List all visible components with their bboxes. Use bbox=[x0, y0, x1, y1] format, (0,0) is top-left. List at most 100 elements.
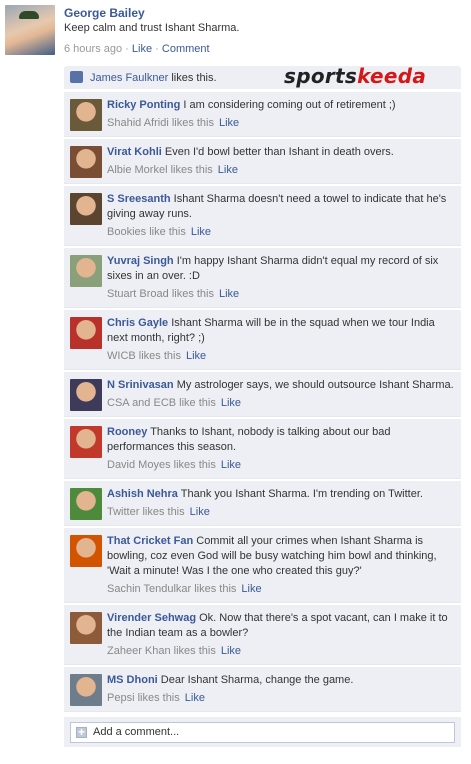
comment-body: Yuvraj Singh I'm happy Ishant Sharma did… bbox=[107, 254, 455, 284]
likes-suffix: likes this. bbox=[168, 72, 217, 84]
comment-likes: Stuart Broad likes this bbox=[107, 288, 214, 300]
comments-list: Ricky Ponting I am considering coming ou… bbox=[64, 91, 461, 713]
comment-item: MS Dhoni Dear Ishant Sharma, change the … bbox=[64, 666, 461, 712]
comment-likes: Zaheer Khan likes this bbox=[107, 645, 216, 657]
likes-text: James Faulkner likes this. bbox=[90, 72, 217, 84]
comment-like-link[interactable]: Like bbox=[218, 164, 238, 176]
meta-separator: · bbox=[155, 43, 159, 55]
comment-body: That Cricket Fan Commit all your crimes … bbox=[107, 534, 455, 579]
comment-meta: Zaheer Khan likes this Like bbox=[107, 644, 455, 658]
comment-like-link[interactable]: Like bbox=[221, 645, 241, 657]
comment-meta: Bookies like this Like bbox=[107, 225, 455, 239]
comment-meta: Stuart Broad likes this Like bbox=[107, 287, 455, 301]
comment-likes: Shahid Afridi likes this bbox=[107, 117, 214, 129]
like-link[interactable]: Like bbox=[132, 43, 152, 55]
comment-likes: Sachin Tendulkar likes this bbox=[107, 583, 237, 595]
comment-like-link[interactable]: Like bbox=[219, 288, 239, 300]
comment-text: My astrologer says, we should outsource … bbox=[176, 379, 454, 391]
comment-meta: Twitter likes this Like bbox=[107, 505, 455, 519]
commenter-name[interactable]: Rooney bbox=[107, 426, 147, 438]
post-meta: 6 hours ago · Like · Comment bbox=[64, 43, 210, 55]
comment-meta: Pepsi likes this Like bbox=[107, 691, 455, 705]
commenter-avatar[interactable] bbox=[70, 193, 102, 225]
liker-name[interactable]: James Faulkner bbox=[90, 72, 168, 84]
commenter-avatar[interactable] bbox=[70, 146, 102, 178]
comment-body: Virender Sehwag Ok. Now that there's a s… bbox=[107, 611, 455, 641]
commenter-avatar[interactable] bbox=[70, 674, 102, 706]
comment-item: Ashish Nehra Thank you Ishant Sharma. I'… bbox=[64, 480, 461, 526]
comment-link[interactable]: Comment bbox=[162, 43, 210, 55]
post-timestamp: 6 hours ago bbox=[64, 43, 123, 55]
add-comment-row: Add a comment... bbox=[64, 717, 461, 747]
commenter-name[interactable]: Virender Sehwag bbox=[107, 612, 196, 624]
comment-item: S Sreesanth Ishant Sharma doesn't need a… bbox=[64, 185, 461, 246]
comment-like-link[interactable]: Like bbox=[221, 397, 241, 409]
comment-meta: CSA and ECB like this Like bbox=[107, 396, 455, 410]
comment-like-link[interactable]: Like bbox=[191, 226, 211, 238]
comment-item: Rooney Thanks to Ishant, nobody is talki… bbox=[64, 418, 461, 479]
comment-body: Virat Kohli Even I'd bowl better than Is… bbox=[107, 145, 455, 160]
comment-item: Ricky Ponting I am considering coming ou… bbox=[64, 91, 461, 137]
commenter-name[interactable]: Ricky Ponting bbox=[107, 99, 180, 111]
comment-meta: Albie Morkel likes this Like bbox=[107, 163, 455, 177]
comment-body: Ricky Ponting I am considering coming ou… bbox=[107, 98, 455, 113]
comment-like-link[interactable]: Like bbox=[219, 117, 239, 129]
comment-item: That Cricket Fan Commit all your crimes … bbox=[64, 527, 461, 603]
commenter-avatar[interactable] bbox=[70, 99, 102, 131]
commenter-name[interactable]: MS Dhoni bbox=[107, 674, 158, 686]
thumbs-up-icon bbox=[70, 71, 83, 83]
commenter-name[interactable]: S Sreesanth bbox=[107, 193, 171, 205]
post-text: Keep calm and trust Ishant Sharma. bbox=[64, 22, 240, 34]
commenter-avatar[interactable] bbox=[70, 488, 102, 520]
author-avatar[interactable] bbox=[5, 5, 55, 55]
comment-text: Thanks to Ishant, nobody is talking abou… bbox=[107, 426, 391, 453]
comment-text: Dear Ishant Sharma, change the game. bbox=[160, 674, 354, 686]
comment-meta: Sachin Tendulkar likes this Like bbox=[107, 582, 455, 596]
commenter-avatar[interactable] bbox=[70, 255, 102, 287]
commenter-name[interactable]: Virat Kohli bbox=[107, 146, 162, 158]
comment-likes: CSA and ECB like this bbox=[107, 397, 216, 409]
comment-likes: Twitter likes this bbox=[107, 506, 185, 518]
comment-likes: David Moyes likes this bbox=[107, 459, 216, 471]
comment-body: S Sreesanth Ishant Sharma doesn't need a… bbox=[107, 192, 455, 222]
commenter-name[interactable]: Chris Gayle bbox=[107, 317, 168, 329]
commenter-avatar[interactable] bbox=[70, 612, 102, 644]
comment-like-link[interactable]: Like bbox=[185, 692, 205, 704]
comment-body: N Srinivasan My astrologer says, we shou… bbox=[107, 378, 455, 393]
comment-body: Ashish Nehra Thank you Ishant Sharma. I'… bbox=[107, 487, 455, 502]
comment-like-link[interactable]: Like bbox=[190, 506, 210, 518]
comment-item: Yuvraj Singh I'm happy Ishant Sharma did… bbox=[64, 247, 461, 308]
commenter-name[interactable]: Yuvraj Singh bbox=[107, 255, 174, 267]
comment-likes: Albie Morkel likes this bbox=[107, 164, 213, 176]
commenter-name[interactable]: Ashish Nehra bbox=[107, 488, 178, 500]
comment-item: Virender Sehwag Ok. Now that there's a s… bbox=[64, 604, 461, 665]
add-comment-icon bbox=[76, 725, 87, 739]
add-comment-placeholder: Add a comment... bbox=[93, 726, 180, 738]
comment-likes: WICB likes this bbox=[107, 350, 181, 362]
comment-like-link[interactable]: Like bbox=[241, 583, 261, 595]
post-author-name[interactable]: George Bailey bbox=[64, 6, 145, 20]
commenter-name[interactable]: N Srinivasan bbox=[107, 379, 174, 391]
comment-like-link[interactable]: Like bbox=[186, 350, 206, 362]
comment-likes: Pepsi likes this bbox=[107, 692, 180, 704]
comment-like-link[interactable]: Like bbox=[221, 459, 241, 471]
comment-likes: Bookies like this bbox=[107, 226, 186, 238]
comment-meta: Shahid Afridi likes this Like bbox=[107, 116, 455, 130]
comment-item: Chris Gayle Ishant Sharma will be in the… bbox=[64, 309, 461, 370]
comment-text: I am considering coming out of retiremen… bbox=[183, 99, 396, 111]
comment-item: Virat Kohli Even I'd bowl better than Is… bbox=[64, 138, 461, 184]
sportskeeda-logo: sportskeeda bbox=[284, 64, 427, 88]
meta-separator: · bbox=[125, 43, 129, 55]
comment-meta: David Moyes likes this Like bbox=[107, 458, 455, 472]
comment-text: Even I'd bowl better than Ishant in deat… bbox=[164, 146, 394, 158]
commenter-avatar[interactable] bbox=[70, 535, 102, 567]
commenter-avatar[interactable] bbox=[70, 379, 102, 411]
comment-text: Thank you Ishant Sharma. I'm trending on… bbox=[180, 488, 423, 500]
commenter-avatar[interactable] bbox=[70, 426, 102, 458]
comment-body: Chris Gayle Ishant Sharma will be in the… bbox=[107, 316, 455, 346]
comment-body: MS Dhoni Dear Ishant Sharma, change the … bbox=[107, 673, 455, 688]
commenter-name[interactable]: That Cricket Fan bbox=[107, 535, 193, 547]
add-comment-input[interactable]: Add a comment... bbox=[70, 722, 455, 743]
commenter-avatar[interactable] bbox=[70, 317, 102, 349]
comment-item: N Srinivasan My astrologer says, we shou… bbox=[64, 371, 461, 417]
